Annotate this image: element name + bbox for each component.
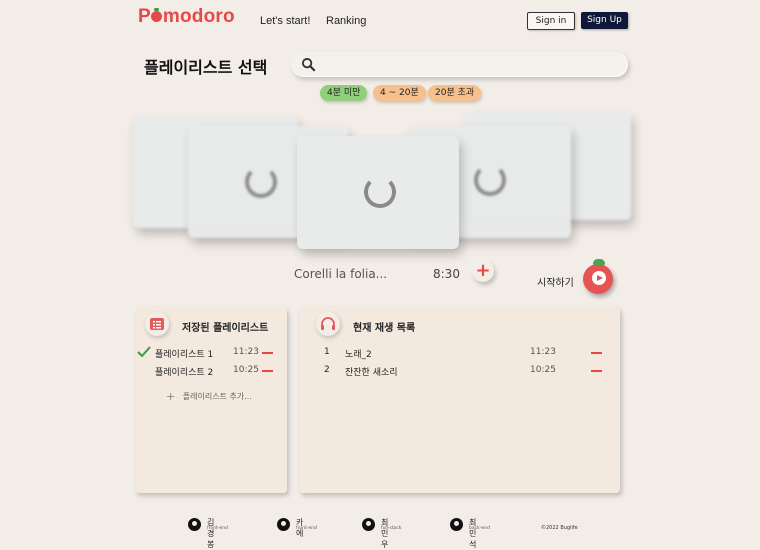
loading-spinner-icon xyxy=(474,164,506,196)
page-title: 플레이리스트 선택 xyxy=(144,58,268,77)
add-playlist-button[interactable]: + 플레이리스트 추가... xyxy=(166,389,252,403)
github-icon xyxy=(188,518,201,531)
github-icon xyxy=(450,518,463,531)
start-label: 시작하기 xyxy=(537,278,574,289)
plus-icon: + xyxy=(166,390,176,403)
track-name: 노래_2 xyxy=(345,350,372,360)
headphones-icon xyxy=(316,312,340,336)
filter-over-20[interactable]: 20분 초과 xyxy=(428,85,482,101)
selected-track-title: Corelli la folia... xyxy=(294,267,388,281)
remove-icon[interactable] xyxy=(262,352,273,354)
search-icon xyxy=(301,57,316,72)
member-role: back-end xyxy=(469,526,490,531)
footer-member[interactable]: 카에 front-end xyxy=(277,518,317,538)
member-role: front-end xyxy=(207,526,228,531)
playlist-name: 플레이리스트 2 xyxy=(155,368,214,378)
remove-icon[interactable] xyxy=(591,352,602,354)
track-duration: 10:25 xyxy=(530,365,556,375)
remove-icon[interactable] xyxy=(262,370,273,372)
leaf-icon xyxy=(593,259,605,265)
loading-spinner-icon xyxy=(364,176,396,208)
table-row[interactable]: 1 노래_2 11:23 xyxy=(299,347,620,360)
member-name: 최민석 xyxy=(469,518,477,549)
track-duration: 11:23 xyxy=(530,347,556,357)
track-index: 2 xyxy=(324,365,330,375)
list-item[interactable]: 플레이리스트 2 10:25 xyxy=(135,365,287,378)
logo[interactable]: Pmodoro xyxy=(138,6,235,28)
github-icon xyxy=(362,518,375,531)
footer-member[interactable]: 최민우 full-stack xyxy=(362,518,402,549)
search-bar[interactable] xyxy=(291,52,628,77)
saved-playlists-panel: 저장된 플레이리스트 플레이리스트 1 11:23 플레이리스트 2 10:25… xyxy=(135,307,287,493)
add-playlist-label: 플레이리스트 추가... xyxy=(182,392,252,401)
logo-rest: modoro xyxy=(162,6,235,27)
footer-member[interactable]: 최민석 back-end xyxy=(450,518,490,549)
loading-spinner-icon xyxy=(245,166,277,198)
playlist-card-selected[interactable] xyxy=(297,136,459,249)
sign-in-button[interactable]: Sign in xyxy=(527,12,575,30)
tomato-icon xyxy=(151,8,163,22)
start-button[interactable] xyxy=(583,259,613,294)
search-input[interactable] xyxy=(325,55,619,75)
member-role: front-end xyxy=(296,526,317,531)
nav-lets-start[interactable]: Let's start! xyxy=(260,15,310,27)
list-icon xyxy=(145,312,169,336)
nav-ranking[interactable]: Ranking xyxy=(326,15,366,27)
copyright: ©2022 Buglife xyxy=(541,525,578,531)
remove-icon[interactable] xyxy=(591,370,602,372)
play-icon xyxy=(592,271,606,285)
playlist-name: 플레이리스트 1 xyxy=(155,350,214,360)
member-name: 최민우 xyxy=(381,518,389,549)
footer-member[interactable]: 김경봉 front-end xyxy=(188,518,228,549)
filter-under-4[interactable]: 4분 미만 xyxy=(320,85,368,101)
list-item[interactable]: 플레이리스트 1 11:23 xyxy=(135,346,287,360)
filter-4-to-20[interactable]: 4 ~ 20분 xyxy=(373,85,426,101)
selected-track-duration: 8:30 xyxy=(433,267,460,281)
github-icon xyxy=(277,518,290,531)
add-track-button[interactable]: + xyxy=(472,260,494,282)
sign-up-button[interactable]: Sign Up xyxy=(581,12,628,29)
current-queue-panel: 현재 재생 목록 1 노래_2 11:23 2 잔잔한 새소리 10:25 xyxy=(299,307,620,493)
check-icon xyxy=(137,346,151,357)
member-name: 김경봉 xyxy=(207,518,215,549)
track-name: 잔잔한 새소리 xyxy=(345,368,398,378)
member-role: full-stack xyxy=(381,526,402,531)
track-index: 1 xyxy=(324,347,330,357)
queue-panel-title: 현재 재생 목록 xyxy=(353,323,416,334)
saved-panel-title: 저장된 플레이리스트 xyxy=(182,323,269,334)
playlist-duration: 11:23 xyxy=(233,347,259,357)
playlist-duration: 10:25 xyxy=(233,365,259,375)
table-row[interactable]: 2 잔잔한 새소리 10:25 xyxy=(299,365,620,378)
